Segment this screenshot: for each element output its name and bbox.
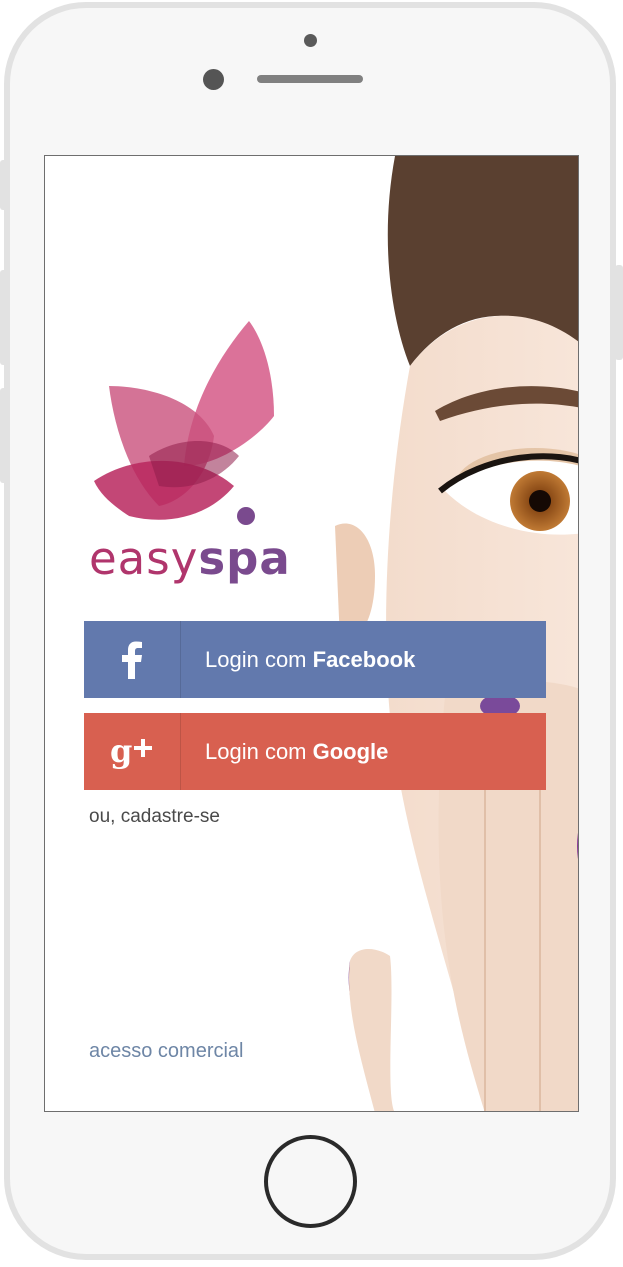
facebook-login-button[interactable]: Login com Facebook: [84, 621, 546, 698]
phone-side-button: [0, 160, 8, 210]
brand-spa: spa: [198, 532, 291, 585]
google-login-label: Login com Google: [181, 739, 388, 765]
google-login-provider: Google: [312, 738, 389, 764]
svg-text:g: g: [110, 732, 132, 770]
signup-link[interactable]: ou, cadastre-se: [89, 806, 220, 828]
easyspa-logo: [94, 321, 274, 525]
home-button[interactable]: [264, 1135, 357, 1228]
commercial-access-link[interactable]: acesso comercial: [89, 1040, 244, 1063]
google-login-prefix: Login com: [205, 738, 313, 764]
phone-power-button: [615, 265, 623, 360]
facebook-f-icon: [84, 621, 181, 698]
brand-wordmark: easyspa: [89, 536, 291, 581]
facebook-login-prefix: Login com: [205, 646, 313, 672]
front-camera: [304, 34, 317, 47]
facebook-login-label: Login com Facebook: [181, 647, 415, 673]
google-plus-icon: g: [84, 713, 181, 790]
facebook-login-provider: Facebook: [312, 646, 416, 672]
google-login-button[interactable]: g Login com Google: [84, 713, 546, 790]
brand-easy: easy: [89, 532, 199, 585]
earpiece-speaker: [257, 75, 363, 83]
proximity-sensor: [203, 69, 224, 90]
phone-volume-down: [0, 388, 8, 483]
app-screen: easyspa Login com Facebook g Login com G…: [44, 155, 579, 1112]
phone-volume-up: [0, 270, 8, 365]
